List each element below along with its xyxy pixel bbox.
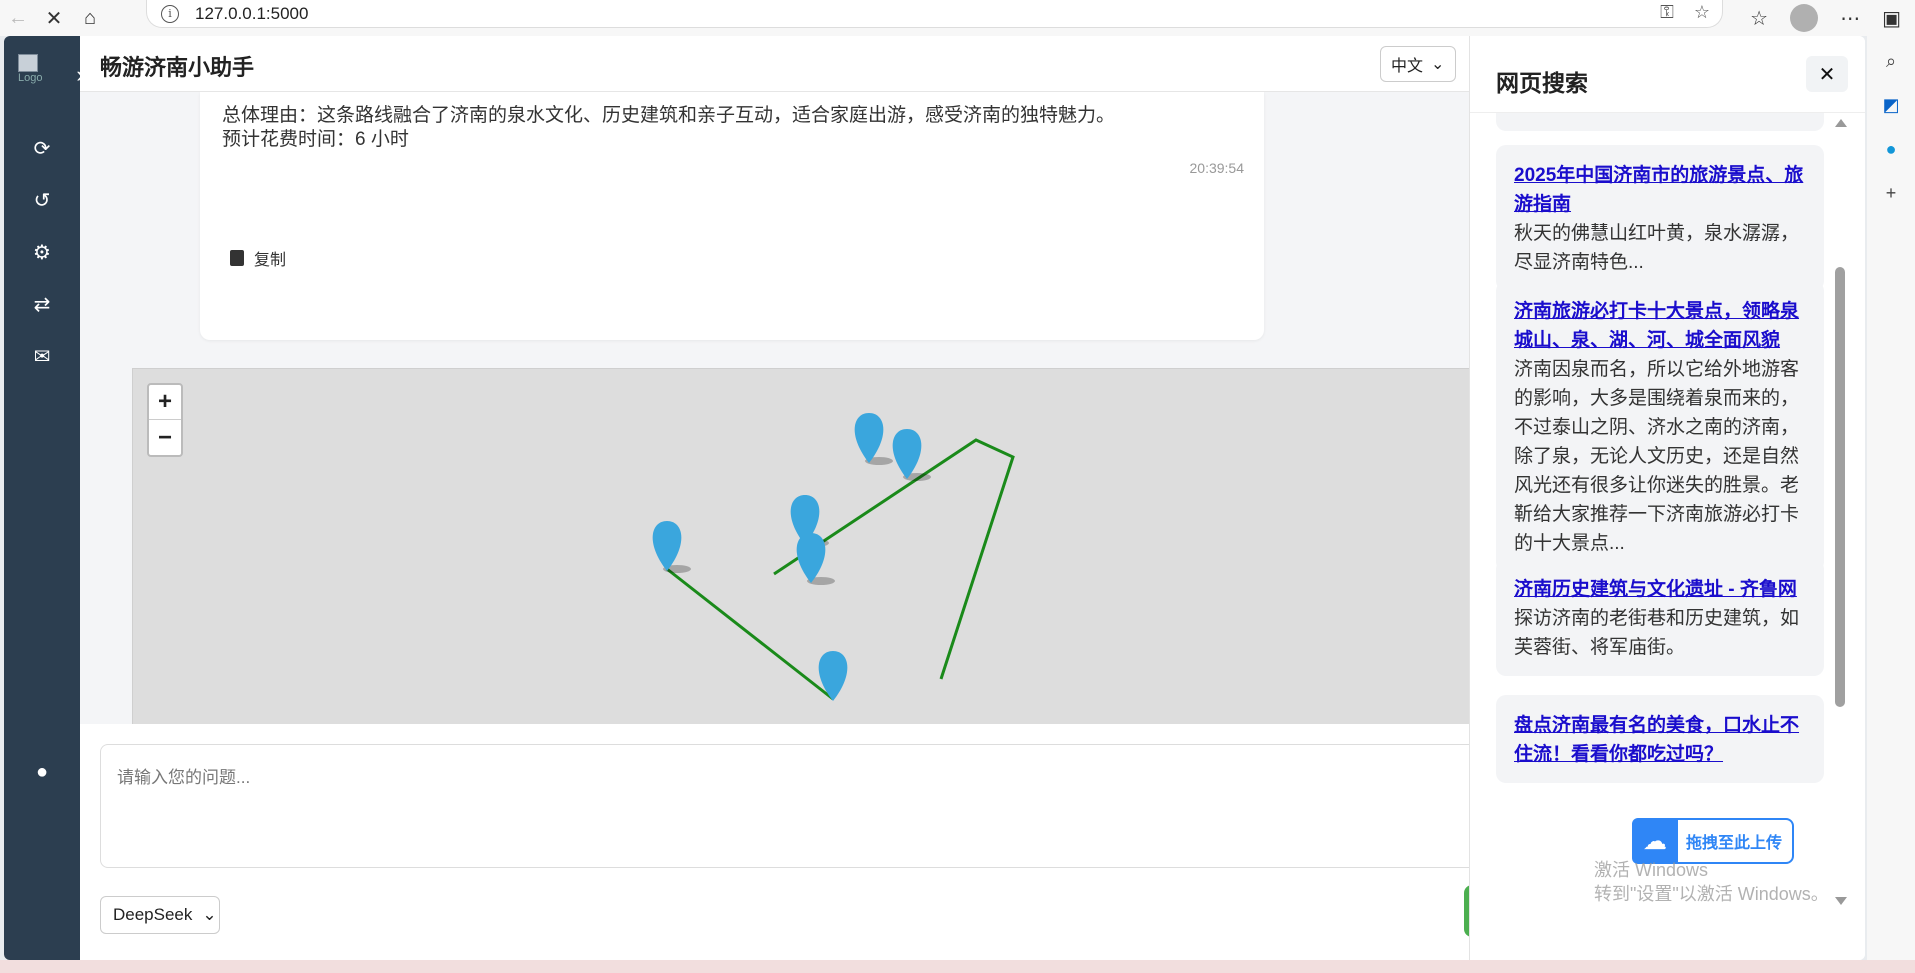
key-icon[interactable]: ⚿ bbox=[1660, 2, 1674, 23]
app-sidebar: Logo ⟳ ↺ ⚙ ⇄ ✉ ● bbox=[4, 36, 80, 960]
windows-activation-watermark: 激活 Windows 转到"设置"以激活 Windows。 bbox=[1594, 858, 1829, 906]
results-scrollbar[interactable] bbox=[1834, 113, 1847, 912]
app-window: Logo ⟳ ↺ ⚙ ⇄ ✉ ● › 畅游济南小助手 中文 ⌄ 总体理由：这条路… bbox=[4, 36, 1865, 960]
favorites-icon[interactable]: ☆ bbox=[1750, 6, 1768, 31]
result-link[interactable]: 盘点济南最有名的美食，口水止不住流！看看你都吃过吗？ bbox=[1514, 711, 1808, 769]
scroll-thumb[interactable] bbox=[1835, 267, 1845, 707]
search-results: 2025年中国济南市的旅游景点、旅游指南 秋天的佛慧山红叶黄，泉水潺潺，尽显济南… bbox=[1470, 112, 1865, 912]
skype-icon[interactable]: ● bbox=[1880, 138, 1902, 160]
close-button[interactable]: ✕ bbox=[1806, 56, 1848, 92]
url-text: 127.0.0.1:5000 bbox=[195, 3, 309, 23]
app-title: 畅游济南小助手 bbox=[100, 55, 255, 80]
assistant-message: 总体理由：这条路线融合了济南的泉水文化、历史建筑和亲子互动，适合家庭出游，感受济… bbox=[200, 92, 1264, 340]
language-value: 中文 bbox=[1391, 58, 1424, 75]
taskbar-strip bbox=[0, 960, 1915, 973]
sidebar-toggle-icon[interactable]: ▣ bbox=[1882, 6, 1901, 31]
browser-sidebar: ⌕ ◩ ● + bbox=[1867, 36, 1915, 973]
map-marker[interactable] bbox=[818, 651, 848, 701]
chevron-down-icon: ⌄ bbox=[1431, 56, 1445, 73]
app-header: 畅游济南小助手 中文 ⌄ bbox=[80, 36, 1480, 92]
result-snippet: 秋天的佛慧山红叶黄，泉水潺潺，尽显济南特色... bbox=[1514, 223, 1800, 273]
copy-label: 复制 bbox=[254, 252, 287, 269]
home-icon[interactable]: ⌂ bbox=[72, 0, 108, 36]
chat-icon[interactable]: ✉ bbox=[4, 336, 80, 376]
settings-icon[interactable]: ⚙ bbox=[4, 232, 80, 272]
add-icon[interactable]: + bbox=[1880, 182, 1902, 204]
model-select[interactable]: DeepSeek ⌄ bbox=[100, 896, 220, 934]
result-card: 济南历史建筑与文化遗址 - 齐鲁网 探访济南的老街巷和历史建筑，如芙蓉街、将军庙… bbox=[1496, 559, 1824, 676]
close-tab-icon[interactable]: ✕ bbox=[36, 0, 72, 36]
result-snippet: 济南因泉而名，所以它给外地游客的影响，大多是围绕着泉而来的，不过泰山之阴、济水之… bbox=[1514, 359, 1800, 554]
chat-area: 总体理由：这条路线融合了济南的泉水文化、历史建筑和亲子互动，适合家庭出游，感受济… bbox=[80, 92, 1480, 752]
result-card: 济南旅游必打卡十大景点，领略泉城山、泉、湖、河、城全面风貌 济南因泉而名，所以它… bbox=[1496, 281, 1824, 572]
route-map[interactable]: + − bbox=[132, 368, 1480, 752]
panel-title: 网页搜索 bbox=[1496, 70, 1588, 96]
copy-button[interactable]: 复制 bbox=[230, 246, 286, 270]
map-marker[interactable] bbox=[796, 533, 835, 585]
watermark-line-2: 转到"设置"以激活 Windows。 bbox=[1594, 884, 1829, 904]
input-area: 请输入您的问题... DeepSeek ⌄ bbox=[80, 724, 1500, 960]
scroll-up-arrow-icon[interactable] bbox=[1835, 119, 1847, 127]
browser-toolbar: ← ✕ ⌂ i 127.0.0.1:5000 ⚿ ☆ ☆ ⋯ ▣ bbox=[0, 0, 1915, 36]
route-line-2 bbox=[666, 567, 834, 701]
result-link[interactable]: 2025年中国济南市的旅游景点、旅游指南 bbox=[1514, 161, 1808, 219]
more-menu-icon[interactable]: ⋯ bbox=[1840, 6, 1860, 31]
refresh-icon[interactable]: ⟳ bbox=[4, 128, 80, 168]
message-duration: 预计花费时间：6 小时 bbox=[222, 129, 409, 150]
profile-avatar[interactable] bbox=[1790, 4, 1819, 32]
language-select[interactable]: 中文 ⌄ bbox=[1380, 46, 1456, 82]
broken-image-icon bbox=[18, 54, 38, 72]
result-card-partial bbox=[1496, 113, 1824, 131]
back-icon[interactable]: ← bbox=[0, 0, 36, 36]
message-timestamp: 20:39:54 bbox=[1189, 160, 1245, 176]
watermark-line-1: 激活 Windows bbox=[1594, 860, 1709, 880]
result-card: 盘点济南最有名的美食，口水止不住流！看看你都吃过吗？ bbox=[1496, 695, 1824, 783]
map-marker[interactable] bbox=[854, 413, 893, 465]
address-bar[interactable]: i 127.0.0.1:5000 ⚿ ☆ bbox=[146, 0, 1723, 28]
scroll-down-arrow-icon[interactable] bbox=[1835, 897, 1847, 905]
result-card: 2025年中国济南市的旅游景点、旅游指南 秋天的佛慧山红叶黄，泉水潺潺，尽显济南… bbox=[1496, 145, 1824, 291]
result-link[interactable]: 济南历史建筑与文化遗址 - 齐鲁网 bbox=[1514, 575, 1808, 604]
result-snippet: 探访济南的老街巷和历史建筑，如芙蓉街、将军庙街。 bbox=[1514, 608, 1800, 658]
message-reason: 总体理由：这条路线融合了济南的泉水文化、历史建筑和亲子互动，适合家庭出游，感受济… bbox=[222, 105, 1116, 126]
site-info-icon[interactable]: i bbox=[161, 4, 179, 23]
chevron-down-icon: ⌄ bbox=[202, 905, 217, 924]
copy-icon bbox=[230, 250, 244, 266]
logo-alt-text: Logo bbox=[18, 72, 43, 84]
logo: Logo bbox=[18, 54, 64, 96]
search-icon[interactable]: ⌕ bbox=[1880, 50, 1902, 72]
history-icon[interactable]: ↺ bbox=[4, 180, 80, 220]
translate-icon[interactable]: ⇄ bbox=[4, 284, 80, 324]
model-value: DeepSeek bbox=[113, 905, 193, 924]
upload-label: 拖拽至此上传 bbox=[1686, 835, 1783, 852]
result-link[interactable]: 济南旅游必打卡十大景点，领略泉城山、泉、湖、河、城全面风貌 bbox=[1514, 297, 1808, 355]
outlook-icon[interactable]: ◩ bbox=[1880, 94, 1902, 116]
favorite-star-icon[interactable]: ☆ bbox=[1694, 2, 1710, 23]
route-layer bbox=[652, 413, 1015, 701]
question-input[interactable]: 请输入您的问题... bbox=[100, 744, 1500, 868]
map-marker[interactable] bbox=[652, 521, 691, 573]
user-icon[interactable]: ● bbox=[4, 752, 80, 792]
